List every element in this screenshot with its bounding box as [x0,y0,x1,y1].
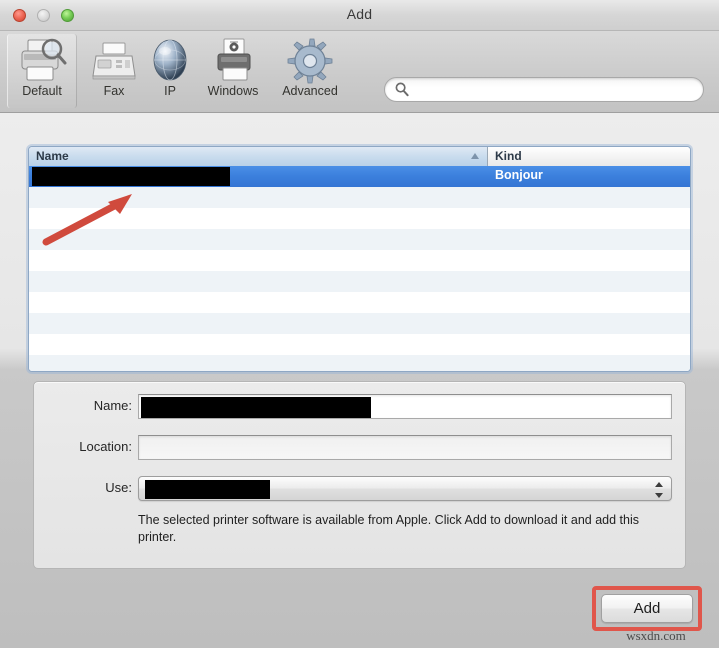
form-row-use: Use: [34,476,687,502]
list-row-empty[interactable] [29,355,690,371]
list-row-empty[interactable] [29,334,690,355]
printer-name-redaction [32,167,230,186]
name-value-redaction [141,397,371,418]
printer-magnifier-icon [8,36,76,86]
add-button[interactable]: Add [601,594,693,623]
toolbar-item-fax[interactable]: Fax [79,34,149,108]
column-header-kind-label: Kind [495,149,522,163]
list-row-empty[interactable] [29,229,690,250]
list-row-empty[interactable] [29,313,690,334]
form-row-location: Location: [34,435,687,461]
location-label: Location: [79,439,132,454]
name-label: Name: [93,398,132,413]
gear-icon [268,36,352,86]
printer-software-help-text: The selected printer software is availab… [138,513,639,544]
stepper-arrows-icon [654,481,664,499]
network-printer-icon [189,36,277,86]
form-row-name: Name: [34,394,687,420]
printer-details-panel: Name: Location: Use: The selected printe… [33,381,686,569]
toolbar-item-advanced[interactable]: Advanced [268,34,352,108]
search-icon [395,82,409,102]
window-title: Add [346,6,373,22]
list-row-empty[interactable] [29,208,690,229]
search-field-wrapper[interactable] [384,77,704,102]
add-printer-window: Add Default Fax IP Windows Advanced Name… [0,0,719,648]
printer-list[interactable]: Name Kind Bonjour [28,146,691,372]
use-value-redaction [145,480,270,499]
location-field[interactable] [138,435,672,460]
toolbar-item-label: Windows [207,84,259,98]
list-row-empty[interactable] [29,292,690,313]
column-header-name[interactable]: Name [29,147,488,166]
column-header-kind[interactable]: Kind [488,147,690,166]
table-row[interactable]: Bonjour [29,166,690,187]
list-row-empty[interactable] [29,271,690,292]
toolbar-item-default[interactable]: Default [7,34,77,108]
column-header-name-label: Name [36,149,69,163]
list-row-empty[interactable] [29,250,690,271]
use-popup-button[interactable] [138,476,672,501]
search-input[interactable] [414,80,696,100]
toolbar: Default Fax IP Windows Advanced [0,31,719,133]
printer-list-header: Name Kind [29,147,690,166]
list-row-empty[interactable] [29,187,690,208]
sort-ascending-icon [471,153,479,159]
toolbar-item-windows[interactable]: Windows [189,34,277,108]
watermark: wsxdn.com [626,628,686,643]
toolbar-item-label: Advanced [282,84,338,98]
printer-kind-label: Bonjour [495,168,543,182]
use-label: Use: [105,480,132,495]
fax-machine-icon [79,36,149,86]
title-bar: Add [0,0,719,31]
toolbar-item-label: Default [22,84,62,98]
name-field[interactable] [138,394,672,419]
toolbar-item-label: Fax [103,84,125,98]
